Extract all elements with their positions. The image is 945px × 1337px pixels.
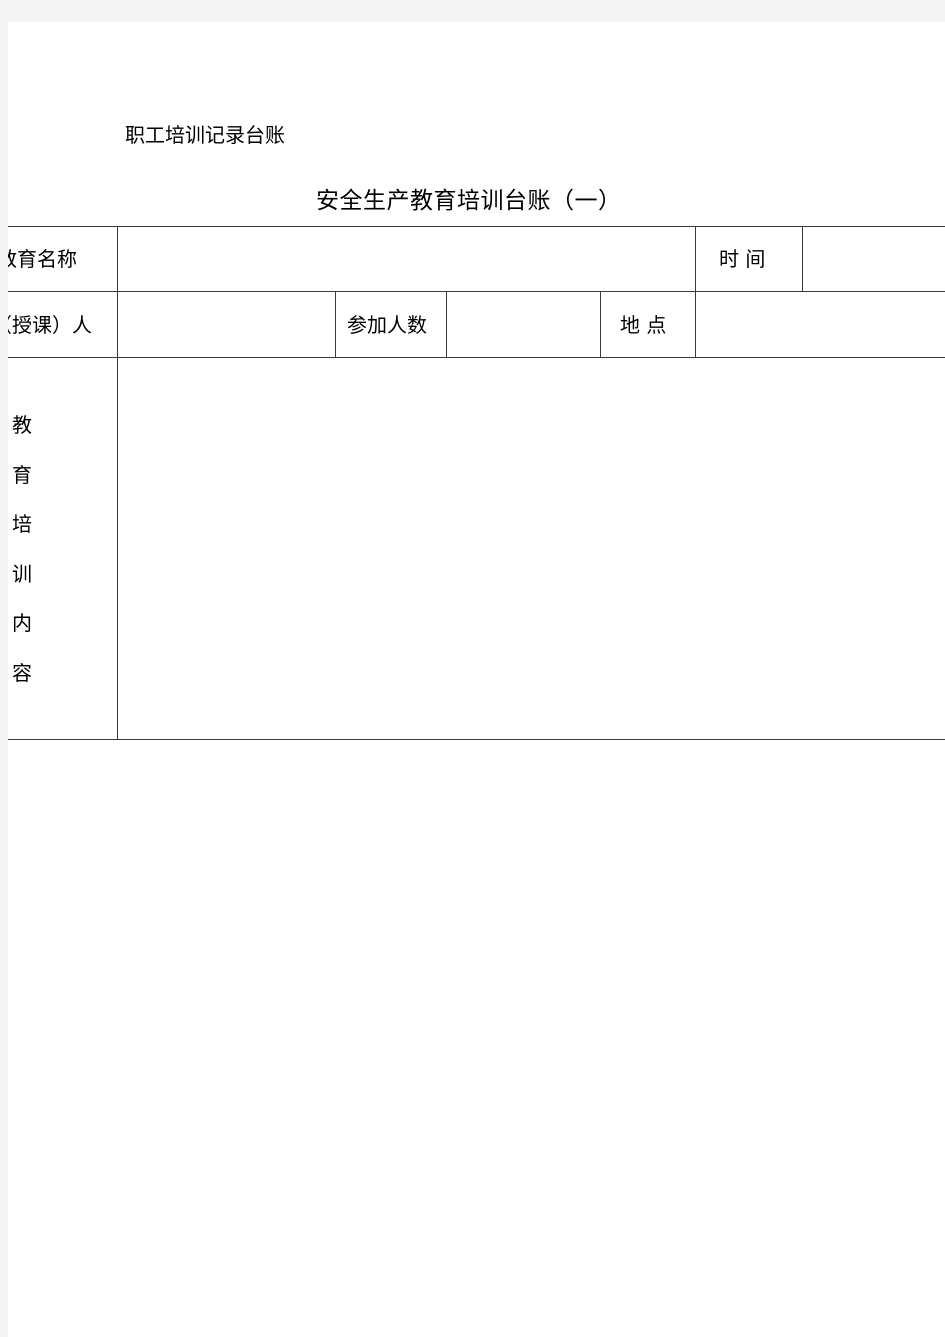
training-content-label-char: 内	[12, 611, 32, 636]
training-content-label-char: 培	[12, 512, 32, 537]
participants-label: 参加人数	[347, 313, 427, 337]
education-name-label: 教育名称	[8, 247, 77, 271]
education-name-field[interactable]	[118, 227, 695, 291]
col-divider-participants-left	[335, 291, 336, 357]
header-note: 职工培训记录台账	[125, 123, 285, 147]
table-border-bottom	[8, 739, 945, 740]
training-content-label: 教 育 培 训 内 容	[12, 412, 32, 710]
participants-field[interactable]	[447, 292, 600, 357]
document-page: 职工培训记录台账 安全生产教育培训台账（一） 教育名称 时 间 （授课）人 参加…	[8, 22, 945, 1337]
training-content-label-char: 教	[12, 413, 32, 437]
instructor-field[interactable]	[118, 292, 335, 357]
training-content-label-char: 育	[12, 462, 32, 487]
col-divider-location-left	[600, 291, 601, 357]
instructor-label: （授课）人	[8, 313, 92, 337]
document-title: 安全生产教育培训台账（一）	[316, 188, 622, 214]
location-field[interactable]	[696, 292, 945, 357]
location-label: 地 点	[620, 313, 667, 337]
time-label: 时 间	[719, 247, 766, 271]
training-content-field[interactable]	[118, 358, 945, 739]
training-content-label-char: 训	[12, 561, 32, 586]
time-field[interactable]	[803, 227, 945, 291]
training-content-label-char: 容	[12, 660, 32, 685]
